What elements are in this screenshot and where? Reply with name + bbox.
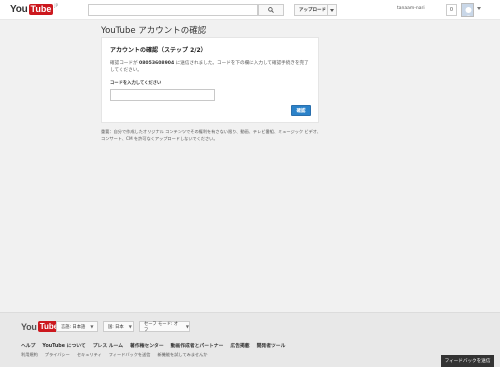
chevron-down-icon: ▼ xyxy=(185,324,189,329)
footer-link-about[interactable]: YouTube について xyxy=(42,342,85,349)
upload-menu-arrow[interactable] xyxy=(327,5,336,15)
feedback-button[interactable]: フィードバックを送信 xyxy=(441,355,494,367)
footer-secondary-links: 利用規約 プライバシー セキュリティ フィードバックを送信 新機能を試してみませ… xyxy=(21,352,207,358)
code-field-label: コードを入力してください xyxy=(110,81,162,86)
verification-message: 確認コードが 08053608904 に送信されました。コードを下の欄に入力して… xyxy=(110,60,310,74)
safety-mode-label: セーフ モード: オフ xyxy=(144,321,178,333)
footer-link-creators[interactable]: 動画作成者とパートナー xyxy=(171,342,224,349)
footer-link-press[interactable]: プレス ルーム xyxy=(93,342,123,349)
search-input[interactable] xyxy=(88,4,258,16)
user-silhouette-icon xyxy=(465,7,472,16)
logo-region-text: JP xyxy=(54,3,58,8)
account-menu-arrow-icon[interactable] xyxy=(477,7,481,10)
upload-button[interactable]: アップロード xyxy=(294,4,337,16)
footer-primary-links: ヘルプ YouTube について プレス ルーム 著作権センター 動画作成者とパ… xyxy=(21,342,285,349)
language-label: 言語: 日本語 xyxy=(61,324,86,330)
logo-you-text: You xyxy=(10,4,28,15)
footer-link-advertise[interactable]: 広告掲載 xyxy=(230,342,249,349)
avatar[interactable] xyxy=(461,3,474,17)
safety-mode-button[interactable]: セーフ モード: オフ ▼ xyxy=(139,321,190,333)
language-picker-button[interactable]: 言語: 日本語 ▼ xyxy=(56,321,98,332)
username-link[interactable]: tanaam-nari xyxy=(397,6,425,11)
logo-tube-text: Tube xyxy=(28,4,54,15)
card-heading: アカウントの確認（ステップ 2/2） xyxy=(110,47,207,54)
footer-link-copyright[interactable]: 著作権センター xyxy=(130,342,164,349)
message-prefix: 確認コードが xyxy=(110,61,140,66)
footer-link-help[interactable]: ヘルプ xyxy=(21,342,35,349)
footer-link-developers[interactable]: 開発者ツール xyxy=(257,342,286,349)
country-picker-button[interactable]: 国: 日本 ▼ xyxy=(103,321,134,332)
phone-number: 08053608904 xyxy=(139,61,175,66)
notification-count-button[interactable]: 0 xyxy=(446,4,457,16)
search-icon xyxy=(268,7,274,13)
chevron-down-icon xyxy=(330,8,334,12)
upload-policy-note: 重要：自分で作成したオリジナル コンテンツでその権利を有さない限り、動画、テレビ… xyxy=(101,129,321,141)
chevron-down-icon: ▼ xyxy=(128,324,132,329)
footer-link-terms[interactable]: 利用規約 xyxy=(21,352,38,358)
masthead: You Tube JP アップロード tanaam-nari 0 xyxy=(0,0,500,20)
footer-youtube-logo[interactable]: You Tube xyxy=(21,321,61,332)
confirm-button[interactable]: 確認 xyxy=(291,105,311,116)
country-label: 国: 日本 xyxy=(108,324,124,330)
verification-card: アカウントの確認（ステップ 2/2） 確認コードが 08053608904 に送… xyxy=(101,37,319,123)
footer-link-send-feedback[interactable]: フィードバックを送信 xyxy=(109,352,151,358)
upload-label: アップロード xyxy=(299,8,326,13)
footer-link-try-new[interactable]: 新機能を試してみませんか xyxy=(157,352,207,358)
youtube-logo[interactable]: You Tube JP xyxy=(10,3,58,16)
footer: You Tube 言語: 日本語 ▼ 国: 日本 ▼ セーフ モード: オフ ▼… xyxy=(0,312,500,367)
search-button[interactable] xyxy=(258,4,284,16)
chevron-down-icon: ▼ xyxy=(90,324,94,329)
verification-code-input[interactable] xyxy=(110,89,215,101)
footer-link-safety[interactable]: セキュリティ xyxy=(77,352,102,358)
footer-logo-you-text: You xyxy=(21,321,37,332)
page-title: YouTube アカウントの確認 xyxy=(101,26,207,36)
footer-link-privacy[interactable]: プライバシー xyxy=(45,352,70,358)
